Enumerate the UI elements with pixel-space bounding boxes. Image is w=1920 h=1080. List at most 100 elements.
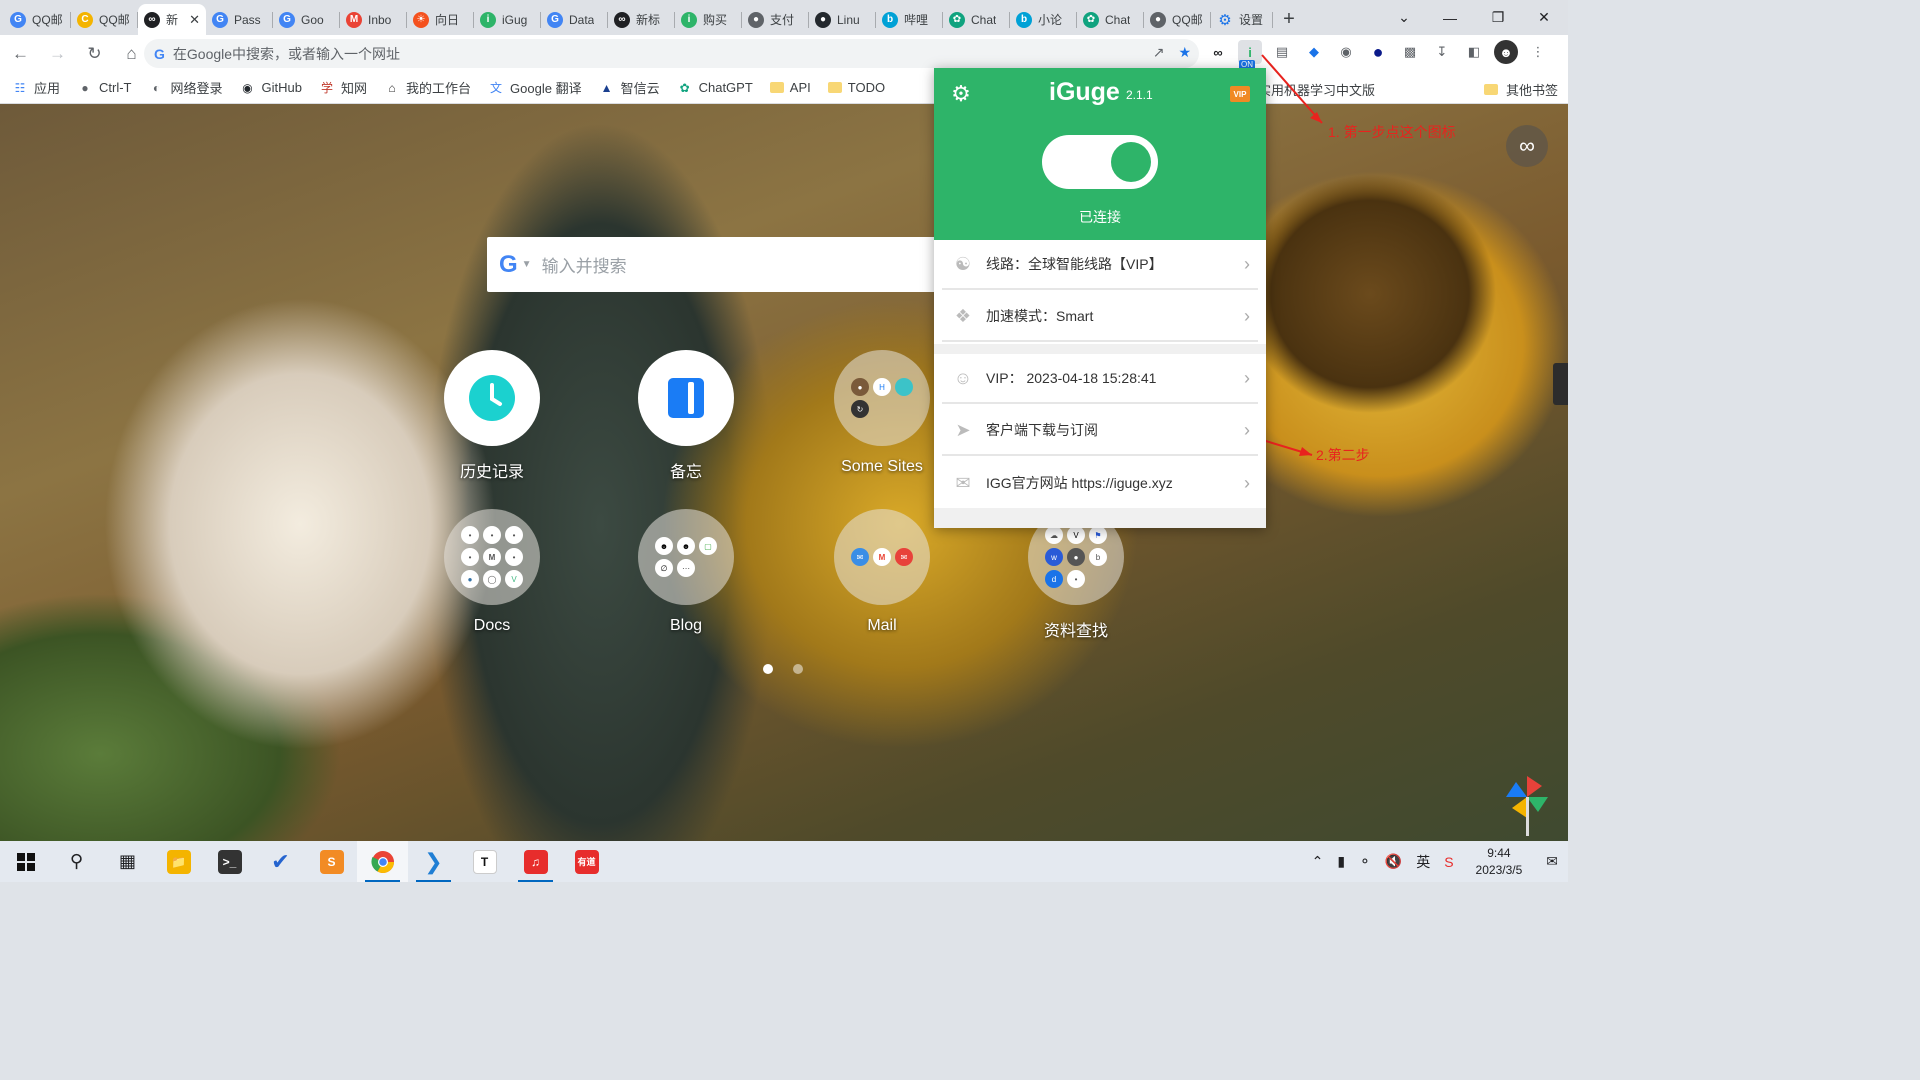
volume-muted-icon[interactable]: 🔇 <box>1385 853 1402 870</box>
browser-tab[interactable]: G QQ邮 <box>4 4 71 35</box>
netease-music-icon[interactable]: ♫ <box>510 841 561 882</box>
browser-tab[interactable]: ☀ 向日 <box>407 4 474 35</box>
tab-search-chevron-icon[interactable]: ⌄ <box>1380 0 1428 35</box>
bookmark-item[interactable]: 文 Google 翻译 <box>488 78 582 97</box>
terminal-icon[interactable]: >_ <box>204 841 255 882</box>
bookmark-item[interactable]: 学知网 <box>319 78 367 97</box>
side-panel-icon[interactable]: ◧ <box>1462 40 1486 64</box>
browser-tab[interactable]: ∞ 新标 <box>608 4 675 35</box>
address-bar[interactable]: G 在Google中搜索，或者输入一个网址 ↗ ★ <box>144 39 1199 68</box>
infinity-menu-icon[interactable]: ∞ <box>1506 125 1548 167</box>
close-window-button[interactable]: ✕ <box>1520 0 1568 35</box>
task-view-icon[interactable]: ▦ <box>102 841 153 882</box>
browser-tab[interactable]: C QQ邮 <box>71 4 138 35</box>
browser-tab[interactable]: G Pass <box>206 4 273 35</box>
browser-tab[interactable]: M Inbo <box>340 4 407 35</box>
reload-button[interactable]: ↻ <box>78 37 111 70</box>
diamond-extension-icon[interactable]: ◆ <box>1302 40 1326 64</box>
browser-tab[interactable]: ● 支付 <box>742 4 809 35</box>
bookmark-item[interactable]: ▲ 智信云 <box>599 78 660 97</box>
browser-tab[interactable]: b 哔哩 <box>876 4 943 35</box>
bookmark-item[interactable]: TODO <box>827 80 885 95</box>
extensions-puzzle-icon[interactable]: ▩ <box>1398 40 1422 64</box>
notification-icon[interactable]: ✉ <box>1546 853 1558 870</box>
other-bookmarks-folder[interactable]: 其他书签 <box>1483 80 1558 99</box>
official-site-row[interactable]: ✉ IGG官方网站 https://iguge.xyz › <box>942 458 1258 508</box>
tab-settings[interactable]: ⚙ 设置 <box>1211 4 1273 35</box>
browser-tab[interactable]: ✿ Chat <box>943 4 1010 35</box>
side-panel-handle[interactable] <box>1553 363 1568 405</box>
browser-tab[interactable]: ∞ 新 ✕ <box>138 4 206 35</box>
browser-tab[interactable]: ● Linu <box>809 4 876 35</box>
tile-some-sites[interactable]: ● H ↻ Some Sites <box>834 350 930 476</box>
browser-menu-icon[interactable]: ⋮ <box>1526 40 1550 64</box>
tab-favicon-icon: b <box>882 11 898 28</box>
new-tab-search-box[interactable]: G ▼ 输入并搜索 <box>487 237 947 292</box>
browser-tab[interactable]: G Goo <box>273 4 340 35</box>
bookmark-item[interactable]: ● Ctrl-T <box>77 80 131 96</box>
connection-toggle[interactable] <box>1042 135 1158 189</box>
youdao-icon[interactable]: 有道 <box>561 841 612 882</box>
blue-dot-extension-icon[interactable]: ● <box>1366 40 1390 64</box>
battery-icon[interactable]: ▮ <box>1337 853 1345 870</box>
browser-tab[interactable]: i 购买 <box>675 4 742 35</box>
browser-tab[interactable]: i iGug <box>474 4 541 35</box>
page-dot-1[interactable] <box>763 664 773 674</box>
download-icon[interactable]: ↧ <box>1430 40 1454 64</box>
bookmark-item[interactable]: ◉ GitHub <box>240 80 302 96</box>
browser-tab[interactable]: ✿ Chat <box>1077 4 1144 35</box>
tile-memo[interactable]: 备忘 <box>638 350 734 482</box>
profile-avatar[interactable]: ☻ <box>1494 40 1518 64</box>
search-icon[interactable]: ⚲ <box>51 841 102 882</box>
typora-icon[interactable]: T <box>459 841 510 882</box>
chrome-icon[interactable] <box>357 841 408 882</box>
browser-tab[interactable]: G Data <box>541 4 608 35</box>
taskbar-clock[interactable]: 9:44 2023/3/5 <box>1476 845 1523 879</box>
bookmark-item[interactable]: ⌂ 我的工作台 <box>384 78 471 97</box>
back-button[interactable]: ← <box>4 37 37 70</box>
wps-icon[interactable]: S <box>1444 854 1453 870</box>
client-download-row[interactable]: ➤ 客户端下载与订阅 › <box>942 406 1258 456</box>
tile-blog[interactable]: ☻ ☻ ▢ ∅ ⋯ Blog <box>638 509 734 635</box>
official-site-label: IGG官方网站 https://iguge.xyz <box>986 475 1173 491</box>
tab-manager-extension-icon[interactable]: ▤ <box>1270 40 1294 64</box>
route-row[interactable]: ☯ 线路：全球智能线路【VIP】 › <box>942 240 1258 290</box>
vip-expiry-row[interactable]: ☺ VIP： 2023-04-18 15:28:41 › <box>942 354 1258 404</box>
iguge-extension-icon[interactable]: i ON <box>1238 40 1262 70</box>
todo-icon[interactable]: ✔ <box>255 841 306 882</box>
browser-tab[interactable]: ● QQ邮 <box>1144 4 1211 35</box>
bookmark-item[interactable]: ◐ 网络登录 <box>149 78 223 97</box>
infinity-extension-icon[interactable]: ∞ <box>1206 40 1230 64</box>
restore-button[interactable]: ❐ <box>1474 0 1522 35</box>
page-dot-2[interactable] <box>793 664 803 674</box>
engine-dropdown-icon[interactable]: ▼ <box>522 259 532 270</box>
bookmark-item[interactable]: ☷ 应用 <box>12 78 60 97</box>
start-icon[interactable] <box>0 841 51 882</box>
share-icon[interactable]: ↗ <box>1153 44 1165 61</box>
file-explorer-icon[interactable]: 📁 <box>153 841 204 882</box>
tile-history[interactable]: 历史记录 <box>444 350 540 482</box>
new-tab-button[interactable]: + <box>1273 4 1305 35</box>
bookmark-ml-chinese[interactable]: 实用机器学习中文版 <box>1258 80 1375 99</box>
acceleration-mode-row[interactable]: ❖ 加速模式：Smart › <box>942 292 1258 342</box>
bookmark-star-icon[interactable]: ★ <box>1178 44 1191 61</box>
tab-close-icon[interactable]: ✕ <box>189 12 200 28</box>
bookmark-item[interactable]: ✿ ChatGPT <box>677 80 753 96</box>
iguge-settings-gear-icon[interactable]: ⚙ <box>949 82 973 106</box>
minimize-button[interactable]: — <box>1426 0 1474 35</box>
browser-tab[interactable]: b 小论 <box>1010 4 1077 35</box>
tile-mail[interactable]: ✉ M ✉ Mail <box>834 509 930 635</box>
google-logo-icon: G <box>499 250 518 278</box>
forward-button[interactable]: → <box>41 37 74 70</box>
bookmark-item[interactable]: API <box>769 80 811 95</box>
wifi-icon[interactable]: ⚬ <box>1359 853 1371 870</box>
vscode-icon[interactable]: ❯ <box>408 841 459 882</box>
eye-extension-icon[interactable]: ◉ <box>1334 40 1358 64</box>
pinwheel-icon[interactable] <box>1506 776 1548 836</box>
memo-tile-circle <box>638 350 734 446</box>
sublime-icon[interactable]: S <box>306 841 357 882</box>
tile-research[interactable]: ☁ V ⚑ w ● b d • 资料查找 <box>1028 509 1124 641</box>
ime-icon[interactable]: 英 <box>1416 852 1430 872</box>
tray-chevron-up-icon[interactable]: ⌃ <box>1312 853 1324 870</box>
tile-docs[interactable]: • • • • M • ● ◯ V Docs <box>444 509 540 635</box>
